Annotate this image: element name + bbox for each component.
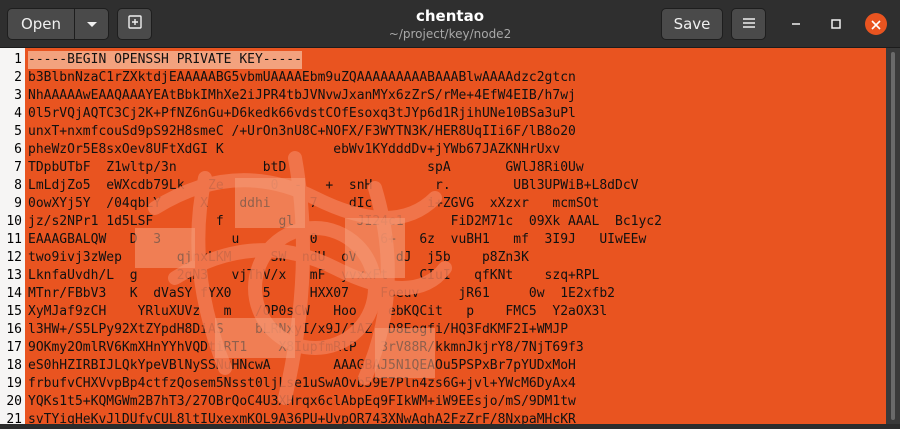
minimize-button[interactable]: [785, 13, 807, 35]
save-button-label: Save: [673, 15, 711, 33]
code-line: unxT+nxmfcouSd9pS92H8smeC /+UrOn3nU8C+NO…: [28, 124, 576, 139]
maximize-icon: [830, 15, 842, 34]
code-line: NhAAAAAwEAAQAAAYEAtBbkIMhXe2iJPR4tbJVNvw…: [28, 88, 576, 103]
hamburger-menu-icon: [742, 15, 756, 33]
chevron-down-icon: [86, 15, 98, 33]
line-number: 8: [14, 178, 22, 193]
line-number: 13: [6, 268, 22, 283]
line-number: 19: [6, 376, 22, 391]
line-number: 7: [14, 160, 22, 175]
close-button[interactable]: [865, 13, 887, 35]
line-number: 6: [14, 142, 22, 157]
code-line: LknfaUvdh/L g 2qN3 vjThV/x mF yvxxFt CIu…: [28, 268, 600, 283]
code-line: pheWzOr5E8sxOev8UFtXdGI K ebWv1KYdddDv+j…: [28, 142, 561, 157]
code-line: eS0hHZIRBIJLQkYpeVBlNySSNuHNcwA AAAGBAJ5…: [28, 358, 576, 373]
main-menu-button[interactable]: [731, 8, 766, 40]
code-line: XyMJaf9zCH YRluXUVz m /OP0sCW Hoo ebKQCi…: [28, 304, 608, 319]
window-title: chentao: [415, 7, 485, 25]
vertical-scrollbar[interactable]: [886, 48, 900, 424]
line-number: 5: [14, 124, 22, 139]
open-menu-button[interactable]: [74, 8, 109, 40]
close-icon: [871, 15, 881, 34]
window-subtitle: ~/project/key/node2: [388, 27, 512, 41]
code-line: svTYigHeKvJlDUfvCUL8ltIUxexmKOL9A36PU+Uv…: [28, 412, 576, 424]
code-line: -----BEGIN OPENSSH PRIVATE KEY-----: [28, 51, 302, 69]
line-number: 14: [6, 286, 22, 301]
line-number: 1: [14, 52, 22, 67]
text-area[interactable]: svTYigHeKvJlDUfvCUL8ltIUxexmKOL9A36PU+Uv…: [25, 48, 886, 424]
line-number: 3: [14, 88, 22, 103]
line-number-gutter: 1 2 3 4 5 6 7 8 9 10 11 12 13 14 15 16 17 18 19 20 21: [0, 48, 25, 427]
minimize-icon: [790, 15, 802, 34]
line-number: 17: [6, 340, 22, 355]
code-line: MTnr/FBbV3 K dVaSY fYX0 5 HXX07 Foeuv jR…: [28, 286, 615, 301]
line-number: 4: [14, 106, 22, 121]
scrollbar-thumb[interactable]: [891, 52, 895, 420]
header-bar: Open chentao ~/project/key/node2 Save: [0, 0, 900, 48]
save-button[interactable]: Save: [661, 8, 723, 40]
line-number: 12: [6, 250, 22, 265]
line-number: 10: [6, 214, 22, 229]
code-line: LmLdjZo5 eWXcdb79Lk Ze 0 - + snH r. UBl3…: [28, 178, 639, 193]
code-line: YQKs1t5+KQMGWm2B7hT3/27OBrQoC4U3XHrqx6cl…: [28, 394, 576, 409]
line-number: 18: [6, 358, 22, 373]
line-number: 16: [6, 322, 22, 337]
line-number: 2: [14, 70, 22, 85]
line-number: 20: [6, 394, 22, 409]
code-line: TDpbUTbF Z1wltp/3n btD spA GWlJ8Ri0Uw: [28, 160, 584, 175]
editor: 1 2 3 4 5 6 7 8 9 10 11 12 13 14 15 16 17 18 19 20 21 svTYig…: [0, 48, 900, 427]
code-line: 0owXYj5Y /04qbLY X ddhi 7 dIc i+ZGVG xXz…: [28, 196, 600, 211]
code-line: 9OKmy2OmlRV6KmXHnYYhVQDtiRT1 X8IupfmRlP …: [28, 340, 584, 355]
code-line: b3BlbnNzaC1rZXktdjEAAAAABG5vbmUAAAAEbm9u…: [28, 70, 576, 85]
line-number: 21: [6, 412, 22, 427]
code-line: jz/s2NPr1 1d5LSF f gl JI24c1 FiD2M71c 09…: [28, 214, 662, 229]
window-title-area: chentao ~/project/key/node2: [300, 6, 600, 42]
new-document-button[interactable]: [117, 8, 152, 40]
line-number: 11: [6, 232, 22, 247]
line-number: 15: [6, 304, 22, 319]
code-line: l3HW+/S5LPy92XtZYpdH8DiAS bLRNxyI/x9J/1A…: [28, 322, 569, 337]
new-document-icon: [127, 14, 143, 34]
code-line: frbufvCHXVvpBp4ctfzQosem5Nsst0ljLse1uSwA…: [28, 376, 576, 391]
line-number: 9: [14, 196, 22, 211]
maximize-button[interactable]: [825, 13, 847, 35]
code-line: two9ivj3zWep qjnxLKM SW ndU oV dJ j5b p8…: [28, 250, 529, 265]
code-line: 0l5rVQjAQTC3Cj2K+PfNZ6nGu+D6kedk66vdstCO…: [28, 106, 576, 121]
open-button-label: Open: [20, 15, 62, 33]
open-button[interactable]: Open: [7, 8, 75, 40]
code-line: EAAAGBALQW D 3 u 0 6+ 6z vuBH1 mf 3I9J U…: [28, 232, 647, 247]
